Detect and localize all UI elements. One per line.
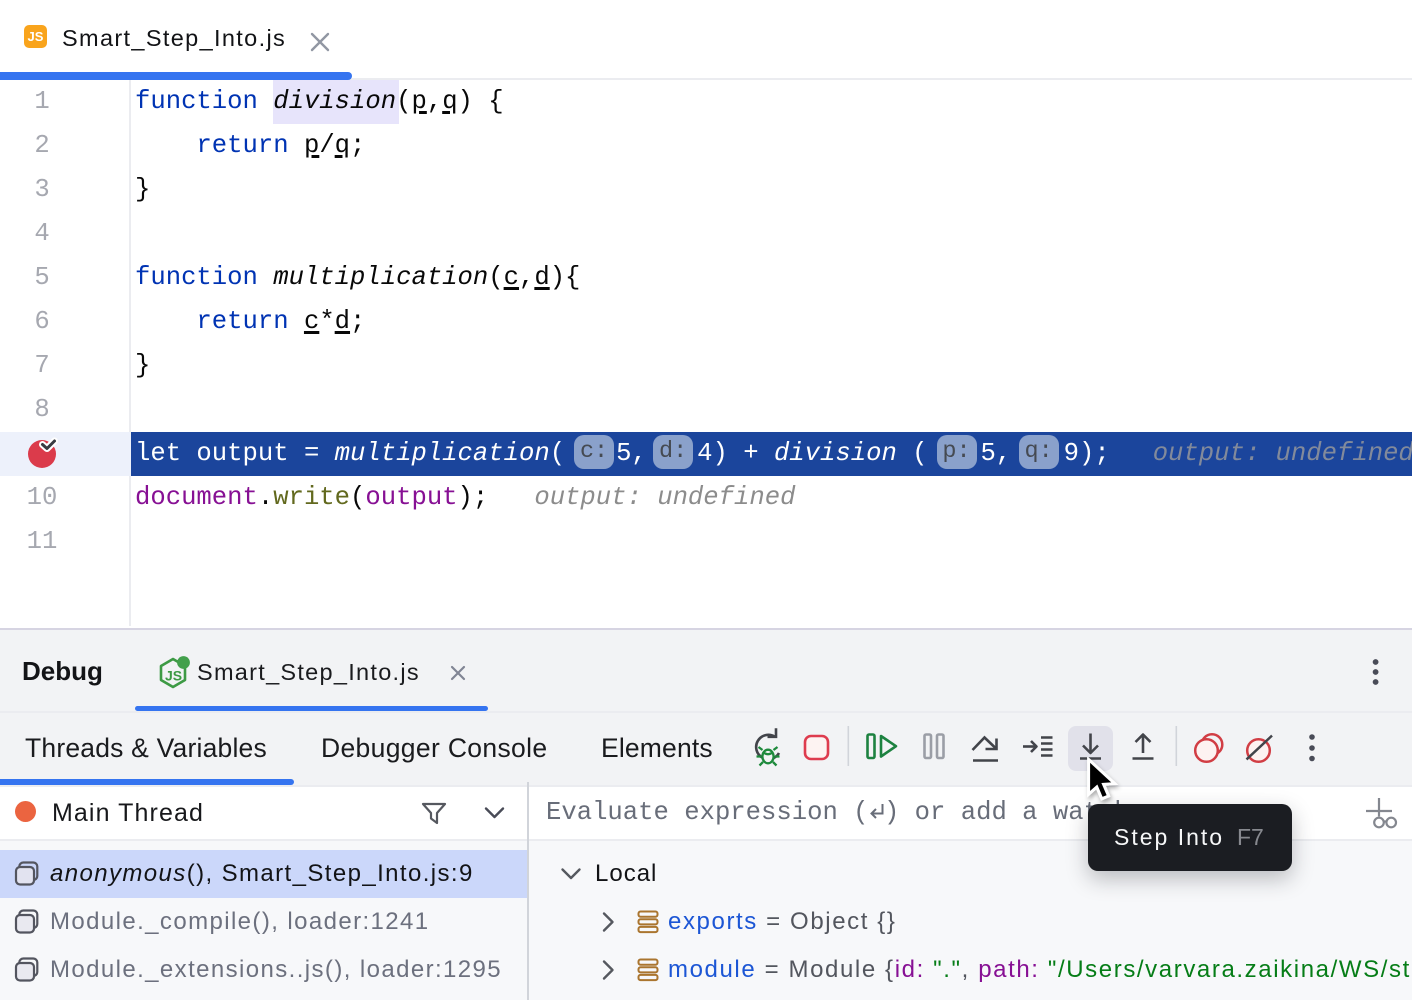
svg-text:JS: JS [165, 668, 182, 684]
